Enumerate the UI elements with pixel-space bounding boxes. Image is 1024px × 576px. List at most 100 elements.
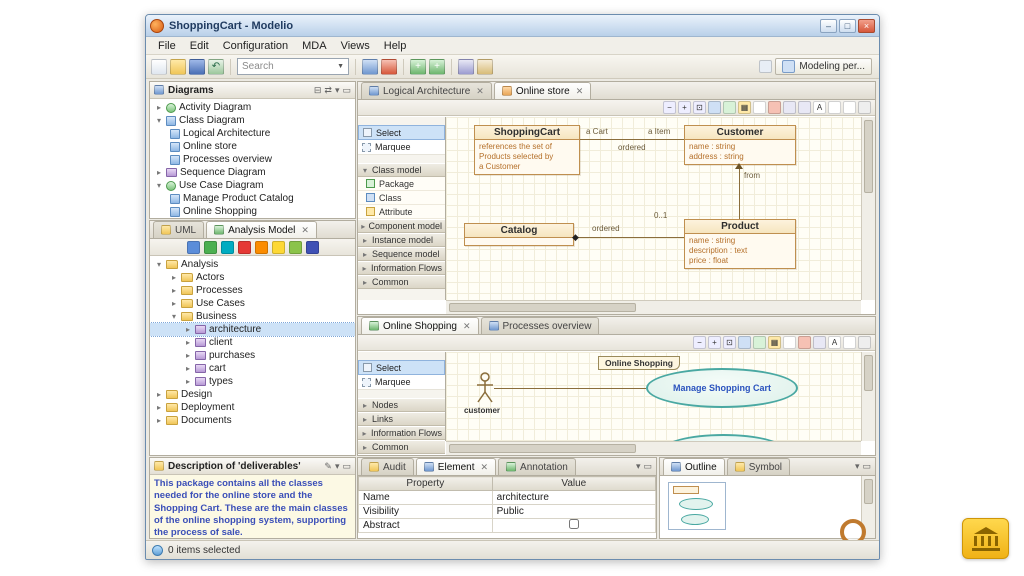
text-style-icon[interactable]: A — [813, 101, 826, 114]
tree-item[interactable]: ▸ cart — [150, 362, 355, 375]
palette-group-component-model[interactable]: ▸ Component model — [358, 219, 445, 233]
close-icon[interactable]: ✕ — [476, 86, 484, 97]
diamond-icon[interactable] — [272, 241, 285, 254]
close-button[interactable]: × — [858, 19, 875, 33]
edge-label[interactable]: ordered — [592, 224, 620, 233]
perspective-grid-icon[interactable] — [759, 60, 772, 73]
export-image-icon[interactable] — [723, 101, 736, 114]
audit-icon[interactable] — [477, 59, 493, 75]
expander-icon[interactable]: ▸ — [155, 403, 163, 412]
usecase-partial[interactable] — [661, 434, 786, 441]
link-with-editor-icon[interactable]: ⇄ — [324, 85, 332, 96]
menu-mda[interactable]: MDA — [296, 39, 332, 53]
vertical-scrollbar[interactable] — [861, 117, 875, 300]
expander-icon[interactable]: ▸ — [184, 325, 192, 334]
palette-group-links[interactable]: ▸ Links — [358, 412, 445, 426]
delete-icon[interactable] — [768, 101, 781, 114]
edge-label[interactable]: 0..1 — [654, 211, 667, 220]
palette-group-sequence-model[interactable]: ▸ Sequence model — [358, 247, 445, 261]
watch-icon[interactable] — [221, 241, 234, 254]
table-row[interactable]: Abstract — [359, 519, 656, 533]
undo-icon[interactable]: ↶ — [208, 59, 224, 75]
horizontal-scrollbar[interactable] — [446, 300, 861, 314]
tree-item[interactable]: ▸ Use Cases — [150, 297, 355, 310]
class-catalog[interactable]: Catalog — [464, 223, 574, 246]
usecase-manage-shopping-cart[interactable]: Manage Shopping Cart — [646, 368, 798, 408]
tab-online-shopping[interactable]: Online Shopping ✕ — [361, 317, 479, 334]
scrollbar-thumb[interactable] — [864, 355, 873, 391]
class-diagram-canvas[interactable]: ShoppingCart references the set of Produ… — [446, 117, 861, 300]
expander-icon[interactable]: ▸ — [184, 364, 192, 373]
expander-icon[interactable]: ▸ — [155, 168, 163, 177]
close-icon[interactable]: ✕ — [576, 86, 584, 97]
association-cart-customer[interactable] — [580, 139, 684, 140]
scrollbar-thumb[interactable] — [864, 120, 873, 193]
palette-group-common[interactable]: ▸ Common — [358, 440, 445, 454]
zoom-out-icon[interactable]: − — [693, 336, 706, 349]
expander-icon[interactable]: ▸ — [155, 390, 163, 399]
tab-analysis-model[interactable]: Analysis Model ✕ — [206, 221, 317, 238]
vertical-scrollbar[interactable] — [861, 476, 875, 539]
grid-icon[interactable]: ▦ — [738, 101, 751, 114]
bank-icon[interactable] — [962, 518, 1009, 559]
palette-attribute-tool[interactable]: Attribute — [358, 205, 445, 219]
zoom-in-icon[interactable]: + — [678, 101, 691, 114]
tree-item[interactable]: Online store — [150, 140, 355, 153]
minimize-view-icon[interactable]: ▭ — [862, 461, 871, 472]
expander-icon[interactable]: ▸ — [184, 338, 192, 347]
minimize-view-icon[interactable]: ▭ — [342, 85, 351, 96]
menu-file[interactable]: File — [152, 39, 182, 53]
tree-item[interactable]: ▸ Processes — [150, 284, 355, 297]
close-icon[interactable]: ✕ — [301, 225, 309, 236]
zoom-out-icon[interactable]: − — [663, 101, 676, 114]
fill-style-icon[interactable] — [843, 101, 856, 114]
menu-configuration[interactable]: Configuration — [217, 39, 294, 53]
tree-item[interactable]: ▾ Business — [150, 310, 355, 323]
tree-item-selected[interactable]: ▸ architecture — [150, 323, 355, 336]
layout-icon[interactable] — [798, 101, 811, 114]
horizontal-scrollbar[interactable] — [446, 441, 861, 455]
view-menu-icon[interactable]: ▾ — [855, 461, 860, 472]
tree-item[interactable]: Manage Product Catalog — [150, 192, 355, 205]
tab-logical-architecture[interactable]: Logical Architecture ✕ — [361, 82, 492, 99]
tree-item[interactable]: ▸ Sequence Diagram — [150, 166, 355, 179]
edge-label[interactable]: a Item — [648, 127, 670, 136]
view-menu-icon[interactable]: ▾ — [636, 461, 641, 472]
align-icon[interactable] — [783, 101, 796, 114]
leaf-icon[interactable] — [289, 241, 302, 254]
line-style-icon[interactable] — [828, 101, 841, 114]
edge-label[interactable]: ordered — [618, 143, 646, 152]
usecase-diagram-canvas[interactable]: Online Shopping customer Manage Shopping… — [446, 352, 861, 441]
minimize-view-icon[interactable]: ▭ — [643, 461, 652, 472]
tree-item[interactable]: Online Shopping — [150, 205, 355, 218]
scrollbar-thumb[interactable] — [449, 444, 636, 453]
tree-item[interactable]: ▾ Class Diagram — [150, 114, 355, 127]
palette-marquee-tool[interactable]: Marquee — [358, 140, 445, 155]
tree-item[interactable]: ▸ Activity Diagram — [150, 101, 355, 114]
open-folder-icon[interactable] — [170, 59, 186, 75]
expander-icon[interactable]: ▾ — [155, 116, 163, 125]
expander-icon[interactable]: ▾ — [155, 181, 163, 190]
export-image-icon[interactable] — [753, 336, 766, 349]
minimize-view-icon[interactable]: ▭ — [342, 461, 351, 472]
flag-icon[interactable] — [255, 241, 268, 254]
menu-views[interactable]: Views — [335, 39, 376, 53]
tree-item[interactable]: Logical Architecture — [150, 127, 355, 140]
save-diagram-icon[interactable] — [738, 336, 751, 349]
table-row[interactable]: Visibility Public — [359, 505, 656, 519]
properties-icon[interactable] — [858, 101, 871, 114]
tab-symbol[interactable]: Symbol — [727, 458, 790, 475]
delete-icon[interactable] — [798, 336, 811, 349]
tab-audit[interactable]: Audit — [361, 458, 414, 475]
tree-item[interactable]: ▸ Actors — [150, 271, 355, 284]
expander-icon[interactable]: ▾ — [155, 260, 163, 269]
tree-item[interactable]: ▸ client — [150, 336, 355, 349]
zoom-fit-icon[interactable]: ⊡ — [693, 101, 706, 114]
save-diagram-icon[interactable] — [708, 101, 721, 114]
add-element-icon[interactable]: + — [410, 59, 426, 75]
class-customer[interactable]: Customer name : string address : string — [684, 125, 796, 165]
tab-outline[interactable]: Outline — [663, 458, 725, 475]
expander-icon[interactable]: ▸ — [184, 377, 192, 386]
description-panel-header[interactable]: Description of 'deliverables' ✎ ▾ ▭ — [150, 458, 355, 475]
expander-icon[interactable]: ▸ — [170, 273, 178, 282]
